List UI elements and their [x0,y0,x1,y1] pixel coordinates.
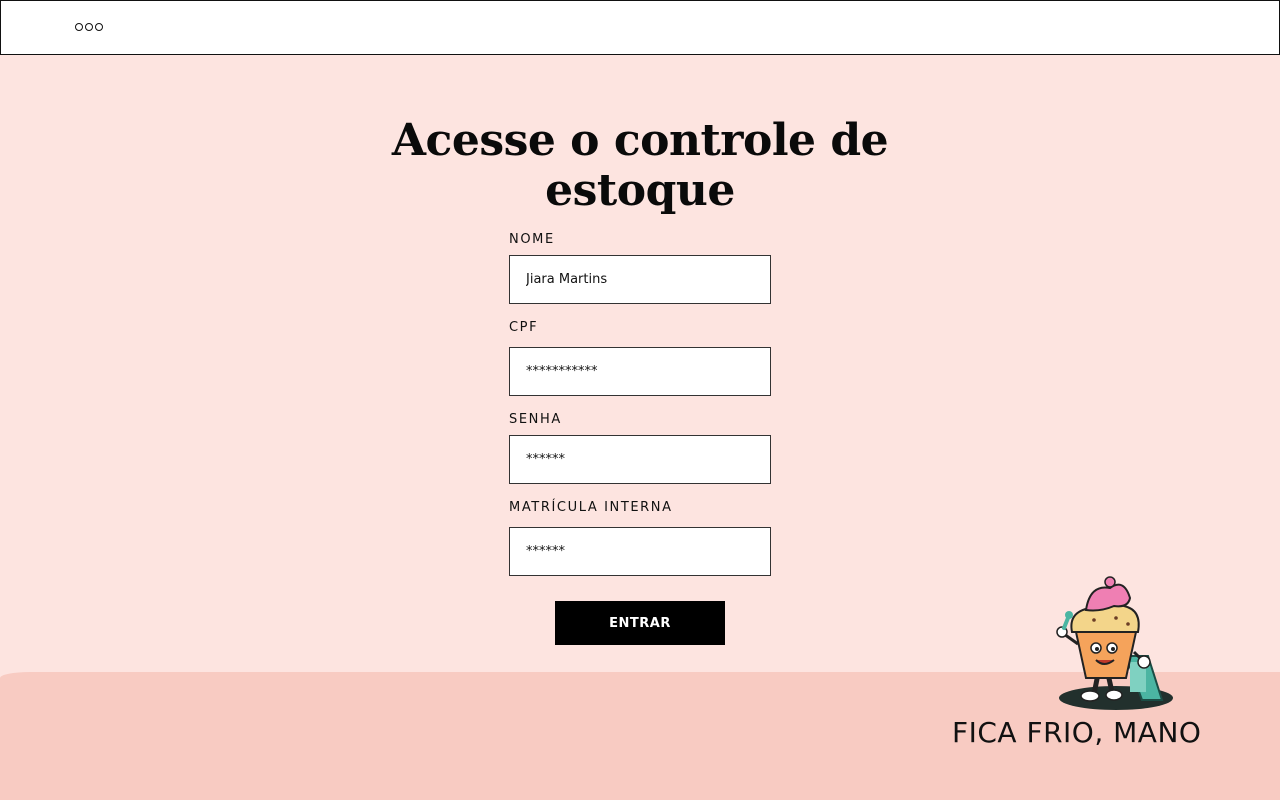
slogan-text: FICA FRIO, MANO [952,716,1202,749]
matricula-label: MATRÍCULA INTERNA [509,500,673,515]
dot-icon [85,23,93,31]
senha-field[interactable] [509,435,771,484]
matricula-field[interactable] [509,527,771,576]
senha-label: SENHA [509,412,562,427]
login-page: Acesse o controle de estoque NOME CPF SE… [0,0,1280,800]
dot-icon [75,23,83,31]
ellipsis-dots-icon[interactable] [75,23,103,31]
page-title: Acesse o controle de estoque [340,116,940,216]
nome-label: NOME [509,232,555,247]
entrar-button[interactable]: ENTRAR [555,601,725,645]
page-title-line-1: Acesse o controle de [391,115,889,166]
ice-cream-mascot-icon [1056,576,1173,710]
nome-field[interactable] [509,255,771,304]
cpf-label: CPF [509,320,539,335]
page-title-line-2: estoque [545,165,735,216]
cpf-field[interactable] [509,347,771,396]
window-top-bar [0,0,1280,55]
dot-icon [95,23,103,31]
